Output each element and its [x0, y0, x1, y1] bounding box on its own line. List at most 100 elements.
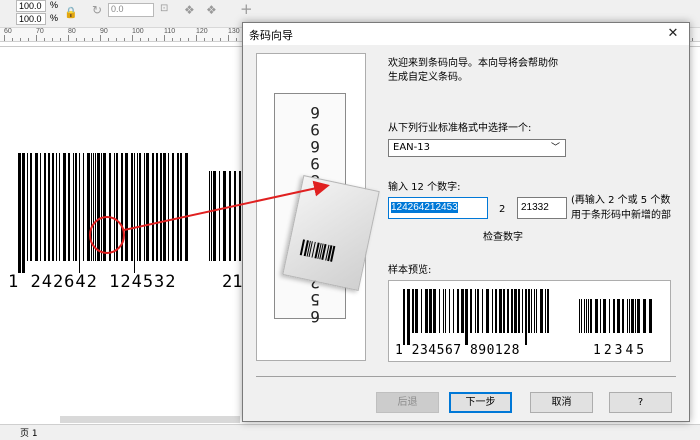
barcode-bar — [156, 153, 158, 261]
ruler-tick — [196, 35, 197, 41]
button-separator — [256, 376, 676, 377]
barcode-bar — [449, 289, 450, 333]
barcode-bar — [590, 299, 592, 333]
barcode-bar — [152, 153, 154, 261]
ruler-tick — [68, 35, 69, 41]
barcode-bar — [425, 289, 428, 333]
ruler-tick — [236, 38, 237, 41]
page-tab[interactable]: 页 1 — [20, 426, 38, 439]
ruler-label: 80 — [68, 28, 76, 35]
barcode-ean13-main[interactable] — [18, 153, 188, 273]
barcode-bar — [492, 289, 493, 333]
format-select[interactable]: EAN-13 ﹀ — [388, 139, 566, 157]
barcode-bar — [160, 153, 162, 261]
barcode-bar — [48, 153, 50, 261]
height-percent-label: % — [50, 13, 59, 23]
barcode-bar — [163, 153, 166, 261]
barcode-digits: 1 242642 124532 — [8, 272, 177, 292]
barcode-bar — [185, 153, 188, 261]
barcode-bar — [172, 153, 174, 261]
barcode-bar — [146, 153, 149, 261]
width-percent-label: % — [50, 0, 59, 10]
status-bar: 页 1 — [0, 424, 700, 440]
intro-line-1: 欢迎来到条码向导。本向导将会帮助你 — [388, 58, 558, 69]
ruler-tick — [116, 38, 117, 41]
barcode-bar — [56, 153, 57, 261]
dialog-titlebar[interactable]: 条码向导 ✕ — [243, 23, 689, 45]
help-button[interactable]: ? — [609, 392, 672, 413]
barcode-bar — [536, 289, 537, 333]
digits-label: 输入 12 个数字: — [388, 182, 461, 193]
sample-preview: 1 234567 890128 12345 — [388, 280, 671, 362]
barcode-bar — [581, 299, 582, 333]
rotation-input[interactable]: 0.0 — [108, 3, 154, 17]
barcode-bar — [121, 153, 123, 261]
height-scale-input[interactable]: 100.0 — [16, 13, 46, 25]
format-selected-value: EAN-13 — [393, 142, 430, 153]
extra-digits-input[interactable]: 21332 — [517, 197, 567, 219]
barcode-bar — [209, 171, 210, 261]
sample-main-digits: 1 234567 890128 — [395, 343, 520, 358]
ruler-tick — [100, 35, 101, 41]
ruler-tick — [180, 38, 181, 41]
barcode-bar — [525, 289, 527, 345]
barcode-bar — [103, 153, 106, 261]
barcode-wizard-dialog: 条码向导 ✕ 6 5 2 3 6 5 4 7 8 9 6 9 6 欢迎来到条码向… — [242, 22, 690, 422]
ruler-label: 60 — [4, 28, 12, 35]
barcode-bar — [439, 289, 440, 333]
barcode-bar — [180, 153, 182, 261]
sample-barcode-main — [403, 289, 553, 345]
add-icon[interactable]: + — [240, 0, 253, 18]
layers-back-icon[interactable]: ❖ — [206, 3, 217, 17]
ruler-tick — [188, 38, 189, 41]
barcode-second-digits: 21 — [222, 272, 243, 292]
ruler-tick — [204, 38, 205, 41]
digits-input[interactable]: 124264212453 — [388, 197, 488, 219]
cancel-button[interactable]: 取消 — [530, 392, 593, 413]
ruler-tick — [44, 38, 45, 41]
barcode-bar — [168, 153, 169, 261]
extra-hint-line-2: 用于条形码中新增的部 — [571, 210, 671, 221]
ruler-tick — [12, 38, 13, 41]
chevron-down-icon[interactable]: ﹀ — [551, 140, 560, 156]
barcode-bar — [412, 289, 414, 333]
ruler-tick — [156, 38, 157, 41]
barcode-bar — [588, 299, 589, 333]
barcode-bar — [470, 289, 472, 333]
barcode-bar — [239, 171, 241, 261]
sample-addon-digits: 12345 — [593, 343, 648, 358]
barcode-bar — [211, 171, 212, 261]
barcode-bar — [457, 289, 459, 333]
ruler-label: 100 — [132, 28, 144, 35]
barcode-bar — [30, 153, 32, 261]
barcode-bar — [507, 289, 509, 333]
ruler-tick — [92, 38, 93, 41]
lock-ratio-icon[interactable]: 🔒 — [64, 6, 78, 19]
barcode-bar — [477, 289, 479, 333]
ruler-label: 90 — [100, 28, 108, 35]
barcode-bar — [613, 299, 615, 333]
barcode-bar — [453, 289, 454, 333]
ruler-tick — [36, 35, 37, 41]
barcode-bar — [622, 299, 624, 333]
barcode-bar — [518, 289, 520, 333]
barcode-bar — [95, 153, 96, 261]
layers-front-icon[interactable]: ❖ — [184, 3, 195, 17]
ruler-tick — [164, 35, 165, 41]
barcode-bar — [125, 153, 128, 261]
back-button[interactable]: 后退 — [376, 392, 439, 413]
barcode-bar — [627, 299, 628, 333]
barcode-bar — [603, 299, 606, 333]
barcode-bar — [531, 289, 532, 333]
barcode-bar — [495, 289, 497, 333]
horizontal-scrollbar[interactable] — [60, 416, 240, 423]
close-icon[interactable]: ✕ — [663, 24, 683, 44]
check-digits-button[interactable]: 检查数字 — [483, 231, 523, 244]
align-icon[interactable]: ⊡ — [160, 3, 168, 14]
width-scale-input[interactable]: 100.0 — [16, 0, 46, 12]
ruler-tick — [172, 38, 173, 41]
next-button[interactable]: 下一步 — [449, 392, 512, 413]
barcode-bar — [649, 299, 652, 333]
barcode-bar — [600, 299, 601, 333]
barcode-bar — [545, 289, 546, 333]
